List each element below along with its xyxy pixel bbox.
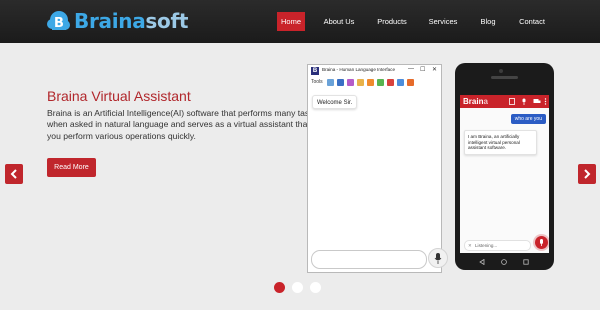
braina-app-icon: B (311, 67, 319, 75)
slide-description: Braina is an Artificial Intelligence(AI)… (47, 108, 333, 141)
window-titlebar: B Braina - Human Language Interface — ☐ … (308, 65, 441, 77)
desktop-app-window: B Braina - Human Language Interface — ☐ … (307, 64, 442, 273)
puzzle-tool-icon[interactable] (377, 79, 384, 86)
phone-camera (499, 69, 503, 73)
listening-bar: ✕ Listening... (464, 240, 531, 251)
phone-screen: Braina who are you I am Braina, an artif… (460, 95, 549, 253)
phone-app-header: Braina (460, 95, 549, 108)
recents-nav-icon[interactable] (523, 259, 529, 265)
microphone-icon (540, 239, 543, 246)
info-tool-icon[interactable] (397, 79, 404, 86)
android-phone: Braina who are you I am Braina, an artif… (455, 63, 554, 270)
carousel-prev-button[interactable] (5, 164, 23, 184)
nav-item-services[interactable]: Services (424, 12, 462, 31)
carousel-dot-3[interactable] (310, 282, 321, 293)
phone-mic-button[interactable] (535, 236, 548, 249)
nav-item-about-us[interactable]: About Us (319, 12, 359, 31)
chevron-left-icon (10, 169, 17, 179)
microphone-icon (434, 252, 442, 264)
tools-menu[interactable]: Tools (311, 79, 323, 85)
gear-tool-icon[interactable] (337, 79, 344, 86)
search-tool-icon[interactable] (327, 79, 334, 86)
more-vert-icon[interactable] (544, 98, 547, 105)
listening-text: Listening... (475, 243, 498, 248)
phone-mic-small-icon[interactable] (521, 98, 527, 105)
assistant-message-bubble: Welcome Sir. (312, 95, 358, 109)
alarm-tool-icon[interactable] (367, 79, 374, 86)
close-button[interactable]: ✕ (432, 66, 437, 73)
user-message-bubble: who are you (510, 114, 546, 124)
maximize-button[interactable]: ☐ (420, 66, 425, 73)
carousel-next-button[interactable] (578, 164, 596, 184)
back-nav-icon[interactable] (479, 259, 485, 265)
phone-brand-title: Braina (463, 97, 488, 106)
listening-close-icon[interactable]: ✕ (468, 241, 472, 251)
slide-title: Braina Virtual Assistant (47, 88, 191, 104)
command-input[interactable] (311, 250, 427, 269)
notes-tool-icon[interactable] (357, 79, 364, 86)
document-icon[interactable] (509, 98, 515, 105)
minimize-button[interactable]: — (408, 66, 414, 72)
nav-item-home[interactable]: Home (277, 12, 305, 31)
read-more-button[interactable]: Read More (47, 158, 96, 177)
mic-button[interactable] (428, 248, 448, 268)
help-tool-icon[interactable] (407, 79, 414, 86)
main-nav: Home About Us Products Services Blog Con… (0, 12, 600, 31)
music-tool-icon[interactable] (347, 79, 354, 86)
carousel-dot-2[interactable] (292, 282, 303, 293)
chevron-right-icon (584, 169, 591, 179)
top-navbar: B Brainasoft Home About Us Products Serv… (0, 0, 600, 43)
truck-icon[interactable] (533, 98, 541, 105)
close-tool-icon[interactable] (387, 79, 394, 86)
carousel-dot-1[interactable] (274, 282, 285, 293)
window-title: Braina - Human Language Interface (322, 67, 396, 72)
home-nav-icon[interactable] (501, 259, 507, 265)
window-toolbar: Tools (308, 78, 441, 88)
phone-speaker (491, 76, 518, 79)
assistant-reply-bubble: I am Braina, an artificially intelligent… (464, 130, 537, 155)
nav-item-contact[interactable]: Contact (514, 12, 550, 31)
nav-item-products[interactable]: Products (372, 12, 412, 31)
nav-item-blog[interactable]: Blog (474, 12, 502, 31)
